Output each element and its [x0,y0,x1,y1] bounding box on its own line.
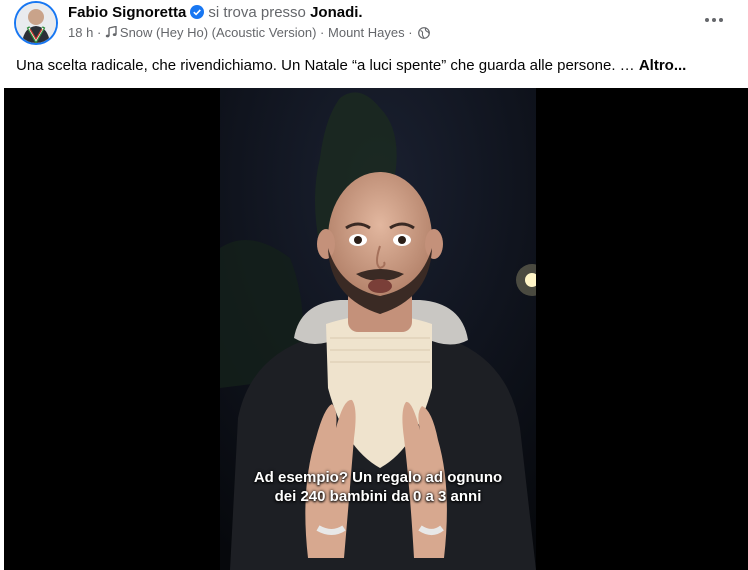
video-frame: Ad esempio? Un regalo ad ognuno dei 240 … [220,88,536,570]
video-subtitle: Ad esempio? Un regalo ad ognuno dei 240 … [253,469,503,505]
meta-separator: · [320,25,325,40]
video-player[interactable]: Ad esempio? Un regalo ad ognuno dei 240 … [4,88,748,570]
music-note-icon [105,25,117,38]
author-name[interactable]: Fabio Signoretta [68,4,186,21]
post-meta: 18 h · Snow (Hey Ho) (Acoustic Version) … [68,25,431,41]
author-avatar[interactable] [16,3,56,43]
post-time[interactable]: 18 h [68,25,93,40]
place-link[interactable]: Jonadi. [310,4,363,21]
checkin-text: si trova presso [208,4,306,21]
post-header: Fabio Signoretta si trova presso Jonadi. … [16,0,732,48]
globe-icon[interactable] [418,27,431,39]
post-title-line: Fabio Signoretta si trova presso Jonadi. [68,3,363,23]
verified-badge-icon [190,5,205,19]
more-options-icon[interactable] [702,8,726,32]
meta-separator: · [96,25,102,40]
meta-separator: · [408,25,413,40]
music-track-link[interactable]: Snow (Hey Ho) (Acoustic Version) [120,25,317,40]
caption-text: Una scelta radicale, che rivendichiamo. … [16,57,635,74]
post-caption: Una scelta radicale, che rivendichiamo. … [16,56,736,76]
location-link[interactable]: Mount Hayes [328,25,405,40]
see-more-link[interactable]: Altro... [639,57,687,74]
